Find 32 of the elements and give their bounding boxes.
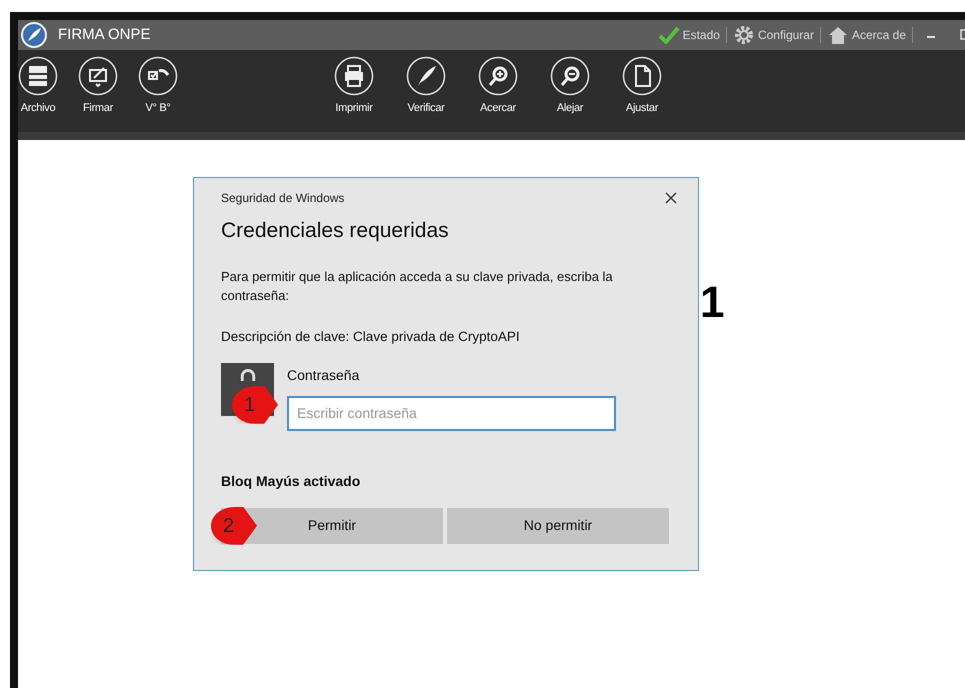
key-description: Descripción de clave: Clave privada de CryptoAPI	[221, 328, 521, 346]
toolbar-button[interactable]: V° B°	[128, 56, 188, 116]
house-icon	[826, 25, 849, 45]
document-icon	[622, 56, 662, 96]
toolbar-button[interactable]: Ajustar	[612, 56, 672, 116]
toolbar-button[interactable]: Imprimir	[324, 56, 384, 116]
menu-button[interactable]: Acerca de	[826, 25, 906, 45]
dialog-title: Credenciales requeridas	[221, 218, 450, 244]
dialog-button[interactable]: No permitir	[447, 508, 669, 544]
printer-icon	[334, 56, 374, 96]
toolbar-button[interactable]: Archivo	[8, 56, 68, 116]
menu-button[interactable]: Estado	[658, 26, 720, 44]
zoom-in-icon	[478, 56, 518, 96]
sign-icon	[78, 56, 118, 96]
window-title: FIRMA ONPE	[58, 24, 151, 45]
field-label: Contraseña	[287, 366, 360, 385]
feather-icon	[406, 56, 446, 96]
toolbar-button[interactable]: Alejar	[540, 56, 600, 116]
close-icon	[665, 192, 677, 204]
zoom-out-icon	[550, 56, 590, 96]
toolbar-button[interactable]: Firmar	[68, 56, 128, 116]
dialog-caption: Seguridad de Windows	[221, 190, 344, 207]
document-text: 1	[700, 277, 724, 329]
app-logo-icon	[20, 21, 48, 49]
menu-button[interactable]: Configurar	[732, 24, 814, 46]
password-field[interactable]: Escribir contraseña	[287, 396, 616, 431]
gear-icon	[732, 24, 755, 46]
toolbar-button[interactable]: Verificar	[396, 56, 456, 116]
toolbar-button[interactable]: Acercar	[468, 56, 528, 116]
caps-lock-warning: Bloq Mayús activado	[221, 472, 362, 491]
dialog-message: Para permitir que la aplicación acceda a su clave privada, escriba la contraseña:	[221, 268, 614, 304]
check-icon	[658, 26, 680, 44]
